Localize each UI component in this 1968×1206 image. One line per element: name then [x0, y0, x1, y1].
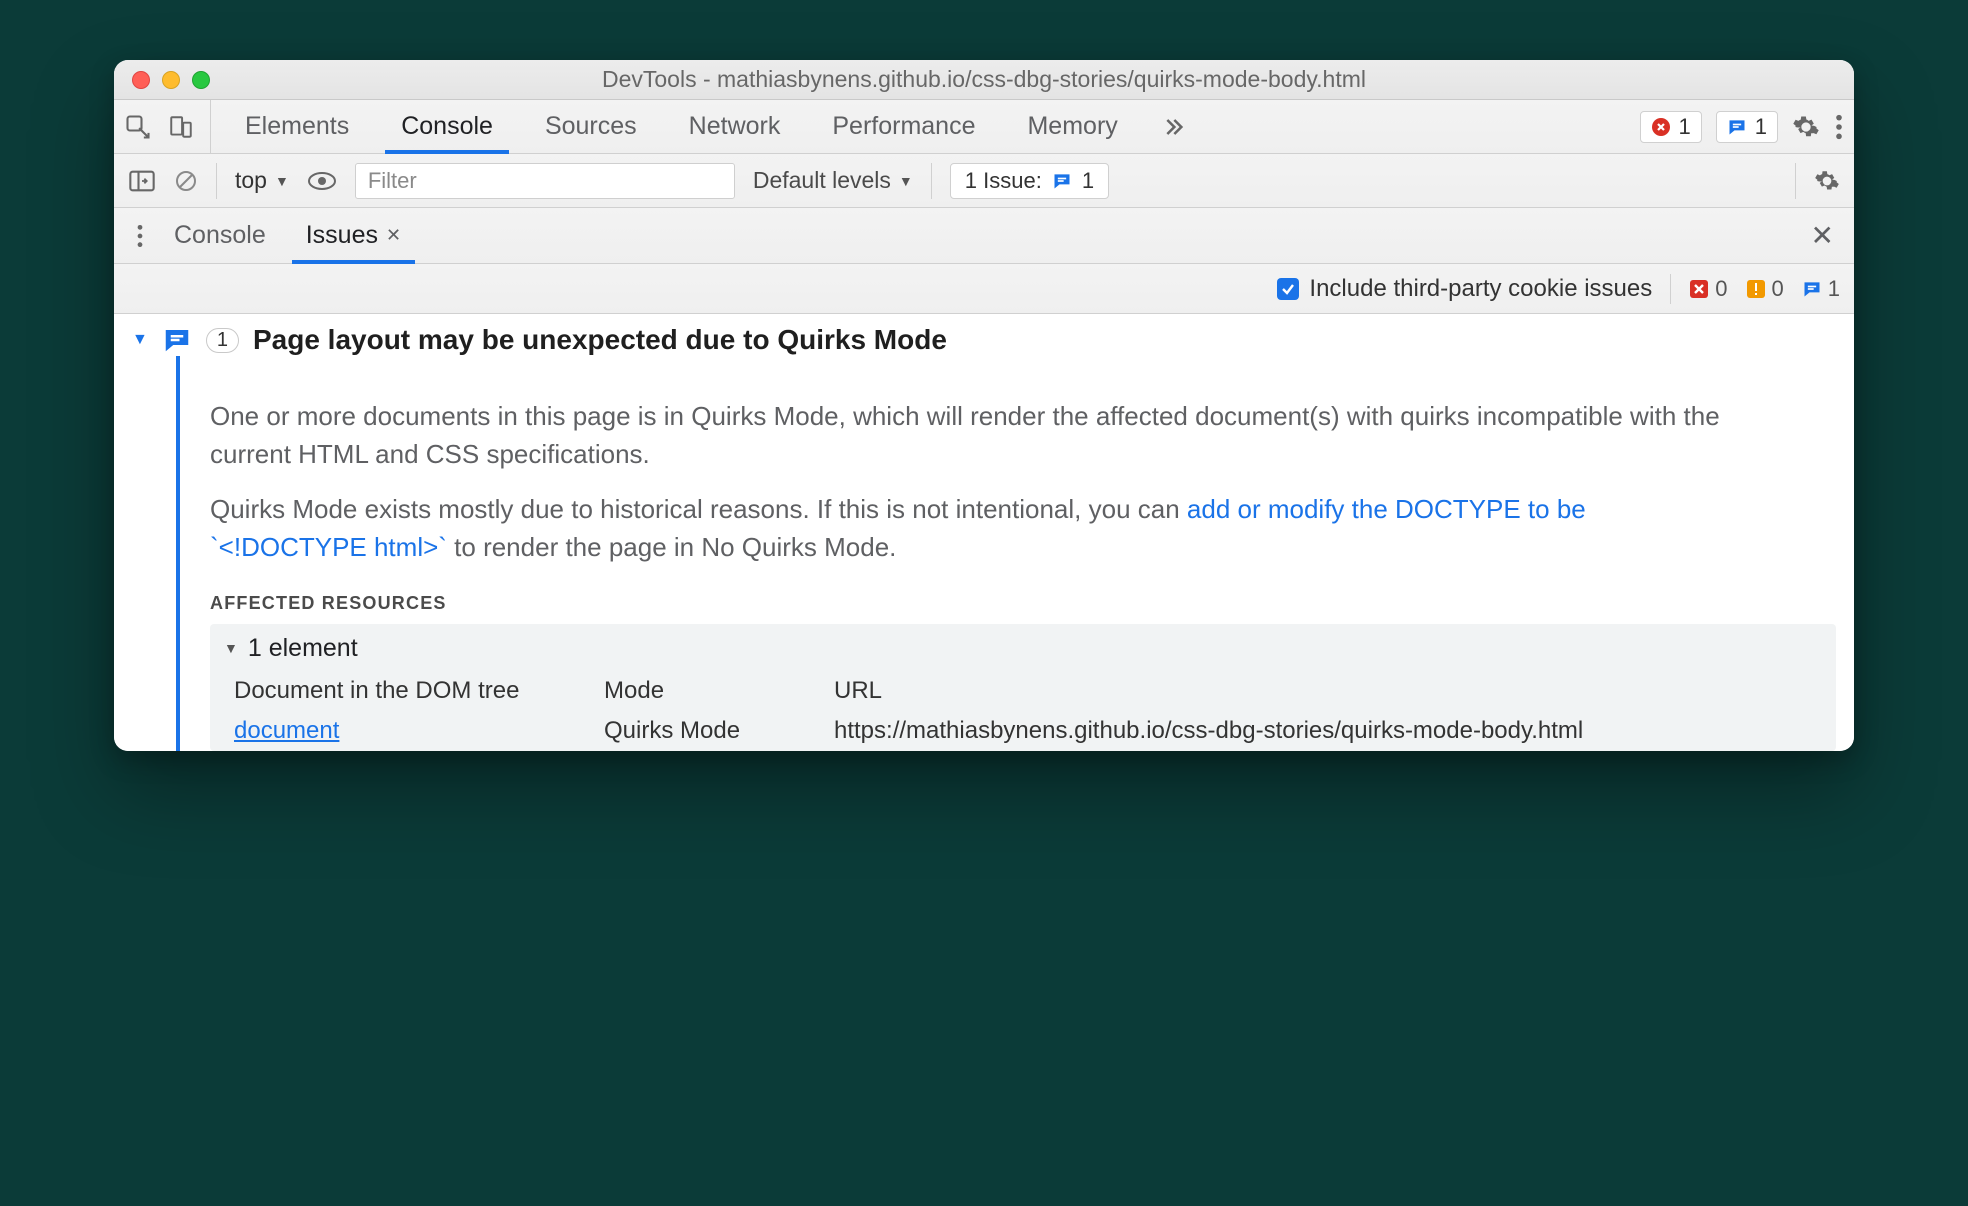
- drawer-tab-issues[interactable]: Issues ✕: [286, 208, 421, 263]
- affected-table: Document in the DOM tree Mode URL docume…: [224, 671, 1822, 751]
- console-settings-icon[interactable]: [1814, 168, 1840, 194]
- third-party-cookie-checkbox[interactable]: Include third-party cookie issues: [1277, 275, 1652, 303]
- url-cell: https://mathiasbynens.github.io/css-dbg-…: [824, 711, 1822, 745]
- drawer-close-icon[interactable]: ✕: [1803, 219, 1842, 252]
- drawer-tabs: Console Issues ✕ ✕: [114, 208, 1854, 264]
- close-tab-icon[interactable]: ✕: [386, 225, 401, 246]
- improvements-count[interactable]: 1: [1802, 276, 1840, 302]
- checkbox-checked-icon: [1277, 278, 1299, 300]
- titlebar: DevTools - mathiasbynens.github.io/css-d…: [114, 60, 1854, 100]
- drawer-menu-icon[interactable]: [126, 223, 154, 249]
- issue-count-badge: 1: [206, 328, 239, 353]
- device-toolbar-icon[interactable]: [168, 113, 194, 141]
- drawer-tab-issues-label: Issues: [306, 221, 378, 250]
- inspect-element-icon[interactable]: [124, 113, 152, 141]
- issue-p2-text: Quirks Mode exists mostly due to histori…: [210, 494, 1187, 524]
- chevron-down-icon: ▼: [899, 173, 913, 189]
- col-document: Document in the DOM tree: [224, 671, 584, 711]
- issue-paragraph-1: One or more documents in this page is in…: [210, 398, 1730, 473]
- affected-elements-label: 1 element: [248, 634, 358, 663]
- third-party-cookie-label: Include third-party cookie issues: [1309, 275, 1652, 303]
- kebab-menu-icon[interactable]: [1834, 113, 1844, 141]
- issue-pill-count: 1: [1082, 168, 1094, 194]
- context-selector[interactable]: top ▼: [235, 167, 289, 194]
- window-title: DevTools - mathiasbynens.github.io/css-d…: [114, 66, 1854, 93]
- count-value: 1: [1828, 276, 1840, 302]
- issues-toolbar: Include third-party cookie issues 0 0 1: [114, 264, 1854, 314]
- errors-badge[interactable]: 1: [1640, 111, 1702, 143]
- page-errors-count[interactable]: 0: [1689, 276, 1727, 302]
- issue-body: One or more documents in this page is in…: [176, 356, 1836, 751]
- issues-panel: ▼ 1 Page layout may be unexpected due to…: [114, 314, 1854, 751]
- drawer-tab-console[interactable]: Console: [154, 208, 286, 263]
- issue-title: Page layout may be unexpected due to Qui…: [253, 324, 947, 356]
- issues-badge[interactable]: 1: [1716, 111, 1778, 143]
- panel-tabs: Elements Console Sources Network Perform…: [219, 100, 1186, 153]
- errors-count: 1: [1679, 114, 1691, 140]
- tab-elements[interactable]: Elements: [219, 100, 375, 153]
- issues-count: 1: [1755, 114, 1767, 140]
- issues-pill[interactable]: 1 Issue: 1: [950, 163, 1109, 199]
- issue-icon: [1052, 171, 1072, 191]
- filter-input[interactable]: [355, 163, 735, 199]
- tab-performance[interactable]: Performance: [806, 100, 1001, 153]
- col-url: URL: [824, 671, 1822, 711]
- count-value: 0: [1772, 276, 1784, 302]
- log-levels-selector[interactable]: Default levels ▼: [753, 167, 913, 194]
- chevron-down-icon: ▼: [275, 173, 289, 189]
- more-tabs-icon[interactable]: [1158, 113, 1186, 141]
- main-toolbar: Elements Console Sources Network Perform…: [114, 100, 1854, 154]
- chevron-down-icon: ▼: [132, 331, 148, 349]
- count-value: 0: [1715, 276, 1727, 302]
- clear-console-icon[interactable]: [174, 169, 198, 193]
- issue-icon: [162, 325, 192, 355]
- document-link[interactable]: document: [224, 711, 584, 751]
- tab-console[interactable]: Console: [375, 100, 519, 153]
- issue-pill-label: 1 Issue:: [965, 168, 1042, 194]
- devtools-window: DevTools - mathiasbynens.github.io/css-d…: [114, 60, 1854, 751]
- issue-icon: [1727, 117, 1747, 137]
- tab-sources[interactable]: Sources: [519, 100, 663, 153]
- settings-icon[interactable]: [1792, 113, 1820, 141]
- console-sidebar-toggle-icon[interactable]: [128, 169, 156, 193]
- error-icon: [1651, 117, 1671, 137]
- affected-elements-toggle[interactable]: ▼ 1 element: [224, 634, 1822, 663]
- issue-p2-tail: to render the page in No Quirks Mode.: [447, 532, 896, 562]
- issue-header[interactable]: ▼ 1 Page layout may be unexpected due to…: [132, 324, 1836, 356]
- context-label: top: [235, 167, 267, 194]
- live-expression-icon[interactable]: [307, 170, 337, 192]
- col-mode: Mode: [594, 671, 814, 711]
- affected-resources-box: ▼ 1 element Document in the DOM tree Mod…: [210, 624, 1836, 751]
- chevron-down-icon: ▼: [224, 640, 238, 656]
- levels-label: Default levels: [753, 167, 891, 194]
- breaking-changes-count[interactable]: 0: [1746, 276, 1784, 302]
- console-toolbar: top ▼ Default levels ▼ 1 Issue: 1: [114, 154, 1854, 208]
- tab-memory[interactable]: Memory: [1001, 100, 1143, 153]
- issue-paragraph-2: Quirks Mode exists mostly due to histori…: [210, 491, 1730, 566]
- affected-resources-heading: AFFECTED RESOURCES: [210, 593, 1836, 614]
- tab-network[interactable]: Network: [663, 100, 807, 153]
- mode-cell: Quirks Mode: [594, 711, 814, 745]
